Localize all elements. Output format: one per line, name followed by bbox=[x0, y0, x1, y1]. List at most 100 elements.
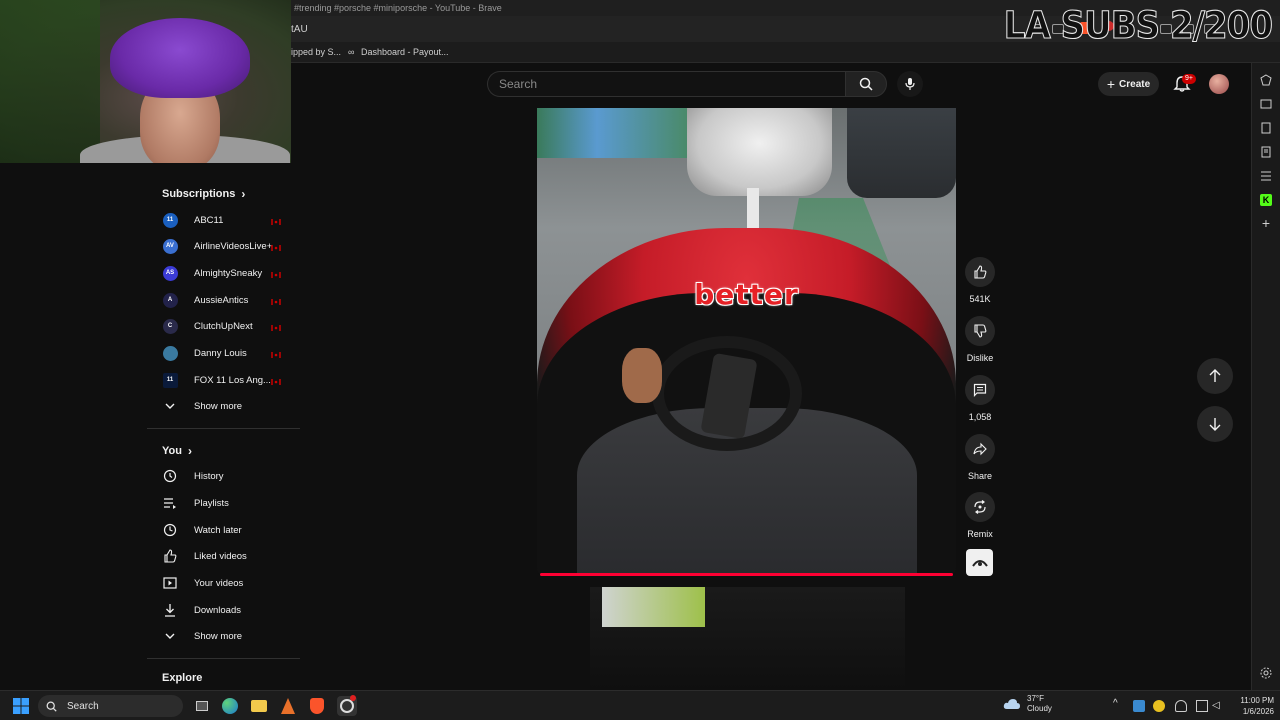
dislike-action[interactable]: Dislike bbox=[963, 316, 997, 363]
search-field[interactable] bbox=[487, 71, 845, 97]
sidebar-item-watch-later[interactable]: Watch later bbox=[162, 520, 297, 540]
tabs-icon[interactable] bbox=[1260, 98, 1272, 110]
share-button[interactable] bbox=[965, 434, 995, 464]
next-short-preview[interactable] bbox=[590, 587, 905, 690]
subscription-channel[interactable]: C ClutchUpNext bbox=[162, 316, 297, 336]
previous-short-button[interactable] bbox=[1197, 358, 1233, 394]
like-button[interactable] bbox=[965, 257, 995, 287]
reading-list-icon[interactable] bbox=[1260, 122, 1272, 134]
remix-action[interactable]: Remix bbox=[963, 492, 997, 539]
app-orange-icon[interactable] bbox=[278, 696, 298, 716]
next-short-button[interactable] bbox=[1197, 406, 1233, 442]
sidebar-item-downloads[interactable]: Downloads bbox=[162, 600, 297, 620]
share-arrow-icon bbox=[973, 442, 987, 456]
subscription-channel[interactable]: 11 ABC11 bbox=[162, 210, 297, 230]
show-more-subscriptions[interactable]: Show more bbox=[162, 396, 297, 416]
live-indicator-icon bbox=[271, 243, 281, 251]
sidebar-item-history[interactable]: History bbox=[162, 466, 297, 486]
like-action[interactable]: 541K bbox=[963, 257, 997, 304]
cloud-icon bbox=[1003, 699, 1020, 709]
channel-avatar: 11 bbox=[162, 372, 178, 388]
volume-icon[interactable]: ◁ bbox=[1212, 700, 1224, 712]
channel-name: ABC11 bbox=[194, 214, 224, 226]
taskbar-search[interactable]: Search bbox=[38, 695, 183, 717]
weather-widget[interactable]: 37°F Cloudy bbox=[1003, 694, 1052, 714]
sidebar-item-playlists[interactable]: Playlists bbox=[162, 493, 297, 513]
thumbs-down-icon bbox=[974, 324, 987, 338]
leo-ai-icon[interactable] bbox=[1260, 74, 1272, 86]
sidebar-item-your-videos[interactable]: Your videos bbox=[162, 573, 297, 593]
network-icon[interactable] bbox=[1196, 700, 1208, 712]
system-clock[interactable]: 11:00 PM 1/6/2026 bbox=[1228, 695, 1274, 717]
show-more-you[interactable]: Show more bbox=[162, 626, 297, 646]
channel-avatar bbox=[162, 345, 178, 361]
channel-avatar-slot: C bbox=[162, 318, 178, 334]
sidebar-item-label: History bbox=[194, 470, 224, 482]
subscriptions-header[interactable]: Subscriptions › bbox=[162, 187, 245, 201]
you-header[interactable]: You › bbox=[162, 444, 192, 458]
comments-action[interactable]: 1,058 bbox=[963, 375, 997, 422]
live-indicator-icon bbox=[271, 270, 281, 278]
search-button[interactable] bbox=[845, 71, 887, 97]
bookmarks-panel-icon[interactable] bbox=[1260, 146, 1272, 158]
subscription-channel[interactable]: 11 FOX 11 Los Ang... bbox=[162, 370, 297, 390]
edge-browser-icon[interactable] bbox=[220, 696, 240, 716]
streamer-durag bbox=[110, 18, 250, 98]
video-hand bbox=[622, 348, 662, 403]
channel-avatar: AV bbox=[162, 238, 178, 254]
comments-button[interactable] bbox=[965, 375, 995, 405]
share-action[interactable]: Share bbox=[963, 434, 997, 481]
file-explorer-icon[interactable] bbox=[249, 696, 269, 716]
subscription-channel[interactable]: Danny Louis bbox=[162, 343, 297, 363]
video-progress-bar[interactable] bbox=[540, 573, 953, 576]
show-more-label: Show more bbox=[194, 630, 243, 642]
voice-search-button[interactable] bbox=[897, 71, 923, 97]
windows-start-icon[interactable] bbox=[13, 698, 29, 714]
plus-icon: + bbox=[1106, 76, 1116, 92]
live-indicator-icon bbox=[271, 350, 281, 358]
kick-app-icon[interactable]: K bbox=[1260, 194, 1272, 206]
sidebar-item-liked-videos[interactable]: Liked videos bbox=[162, 546, 297, 566]
sidebar-item-label: Playlists bbox=[194, 497, 229, 509]
audio-source-thumbnail[interactable] bbox=[966, 549, 993, 576]
brave-browser-icon[interactable] bbox=[307, 696, 327, 716]
microphone-tray-icon[interactable] bbox=[1175, 700, 1187, 712]
remix-label: Remix bbox=[967, 529, 993, 539]
account-avatar[interactable] bbox=[1209, 74, 1229, 94]
subscription-channel[interactable]: AS AlmightySneaky bbox=[162, 263, 297, 283]
subscription-channel[interactable]: A AussieAntics bbox=[162, 290, 297, 310]
explore-label: Explore bbox=[162, 672, 203, 684]
tray-security-icon[interactable] bbox=[1153, 700, 1165, 712]
task-view-icon[interactable] bbox=[192, 696, 212, 716]
chevron-down-icon bbox=[162, 398, 178, 414]
bookmark-link-icon: ∞ bbox=[348, 47, 355, 57]
history-panel-icon[interactable] bbox=[1260, 170, 1272, 182]
settings-gear-icon[interactable] bbox=[1260, 667, 1272, 679]
microphone-icon bbox=[905, 78, 915, 90]
channel-avatar-slot: AS bbox=[162, 265, 178, 281]
taskbar-search-label: Search bbox=[67, 700, 99, 712]
left-sidebar: Subscriptions › 11 ABC11 AV AirlineVideo… bbox=[147, 172, 300, 690]
bookmark-item[interactable]: Dashboard - Payout... bbox=[361, 47, 449, 57]
create-button[interactable]: + Create bbox=[1098, 72, 1159, 96]
recording-indicator bbox=[350, 695, 356, 701]
shorts-video-player[interactable]: better bbox=[537, 108, 956, 576]
clock-time: 11:00 PM bbox=[1240, 696, 1274, 705]
channel-avatar-slot: 11 bbox=[162, 212, 178, 228]
channel-name: FOX 11 Los Ang... bbox=[194, 374, 271, 386]
live-indicator-icon bbox=[271, 297, 281, 305]
bookmark-item[interactable]: ipped by S... bbox=[291, 47, 341, 57]
tray-app-icon[interactable] bbox=[1133, 700, 1145, 712]
add-panel-icon[interactable]: + bbox=[1260, 216, 1272, 230]
search-input[interactable] bbox=[488, 72, 845, 96]
windows-taskbar: Search 37°F Cloudy ^ ◁ 11:00 PM 1/6/2026 bbox=[0, 690, 1280, 720]
remix-icon bbox=[974, 500, 986, 514]
subscription-channel[interactable]: AV AirlineVideosLive+ bbox=[162, 236, 297, 256]
channel-name: Danny Louis bbox=[194, 347, 247, 359]
search-icon bbox=[46, 701, 57, 712]
remix-button[interactable] bbox=[965, 492, 995, 522]
share-label: Share bbox=[967, 471, 993, 481]
dislike-button[interactable] bbox=[965, 316, 995, 346]
tab-title[interactable]: tAU bbox=[291, 24, 308, 35]
chevron-up-icon[interactable]: ^ bbox=[1113, 698, 1118, 709]
